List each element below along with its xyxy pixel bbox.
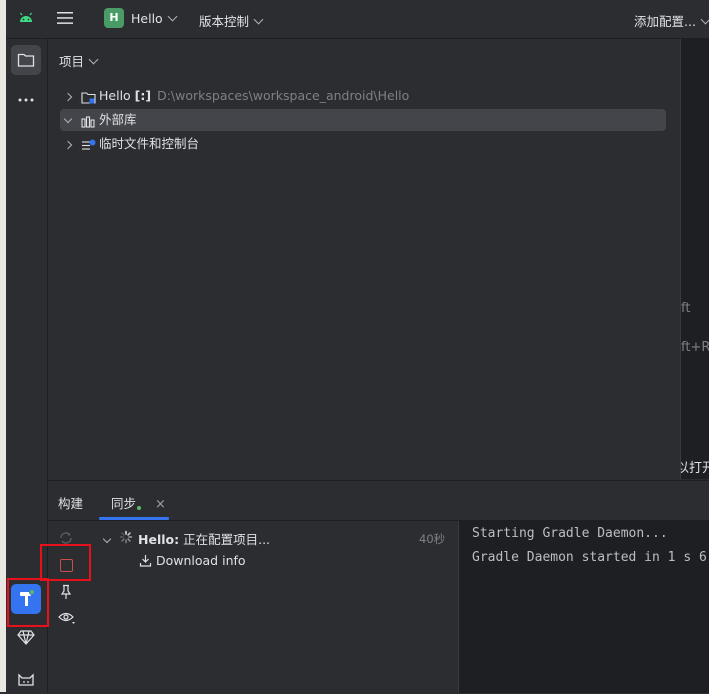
tree-path-hello: D:\workspaces\workspace_android\Hello [157,88,410,103]
task-child-label: Download info [155,553,246,568]
tab-sync[interactable]: 同步 × [111,493,166,512]
tree-suffix-hello: [:] [134,88,152,103]
collapse-arrow-icon[interactable] [63,107,73,129]
project-panel: 项目 Hello [:] D:\workspaces\workspace_and… [48,39,679,479]
project-badge: H [104,8,124,28]
library-icon [81,113,96,135]
editor-empty-area: ft ft+R 以打开 [680,39,709,479]
tree-label-scratches: 临时文件和控制台 [99,136,200,151]
tree-item-external-libraries[interactable]: 外部库 [60,109,666,131]
project-tool-button[interactable] [11,45,41,75]
module-folder-icon [81,89,96,111]
highlight-box-stop [40,544,91,581]
scratches-icon [81,137,96,159]
task-name: Hello: [138,532,180,547]
tab-build[interactable]: 构建 [58,493,83,512]
hint-fragment-1: ft [681,301,691,316]
folder-icon [17,53,35,67]
loading-spinner-icon [119,530,133,547]
title-bar: H Hello 版本控制 添加配置... [6,0,709,39]
run-config-label: 添加配置... [634,14,696,29]
project-name: Hello [131,11,163,26]
chevron-down-icon [700,14,709,25]
build-panel: 构建 同步 × Hello: 正在配置项目... 40秒 Download in… [48,480,709,693]
tab-close-icon[interactable]: × [155,497,166,512]
collapse-arrow-icon[interactable] [102,530,112,545]
task-row-hello[interactable]: Hello: 正在配置项目... [138,529,270,548]
console-line: Gradle Daemon started in 1 s 6 [472,550,707,565]
download-icon [139,554,152,570]
main-menu-icon[interactable] [56,10,74,26]
more-icon [18,98,34,102]
gem-icon [17,630,35,645]
cat-icon [18,673,34,686]
tab-sync-label: 同步 [111,496,137,511]
chevron-down-icon [88,54,99,65]
tree-item-scratches[interactable]: 临时文件和控制台 [60,133,666,155]
expand-arrow-icon[interactable] [63,133,73,155]
chevron-down-icon [253,14,264,25]
vcs-menu[interactable]: 版本控制 [199,11,264,30]
task-duration: 40秒 [419,532,446,546]
active-tab-indicator [99,517,169,520]
project-panel-title: 项目 [59,54,85,69]
view-options-icon[interactable] [58,611,76,628]
logcat-tool-button[interactable] [11,664,41,694]
chevron-down-icon [167,11,178,22]
vcs-label: 版本控制 [199,14,250,29]
tree-item-hello[interactable]: Hello [:] D:\workspaces\workspace_androi… [60,85,666,107]
project-switcher[interactable]: Hello [131,11,178,26]
task-child-download-info[interactable]: Download info [139,553,246,570]
more-tools-button[interactable] [11,85,41,115]
tree-label-hello: Hello [99,88,131,103]
sync-status-dot [137,506,142,510]
run-config-selector[interactable]: 添加配置... [634,11,709,30]
build-tab-bar: 构建 同步 × [48,481,709,521]
task-status: 正在配置项目... [183,532,271,547]
console-line: Starting Gradle Daemon... [472,526,668,541]
build-console-output[interactable]: Starting Gradle Daemon... Gradle Daemon … [458,521,709,693]
highlight-box-build [7,578,49,627]
hint-fragment-3: 以打开 [681,461,709,476]
pin-icon[interactable] [59,584,73,603]
project-view-selector[interactable]: 项目 [59,51,99,70]
android-icon [18,11,34,28]
hint-fragment-2: ft+R [681,340,709,355]
expand-arrow-icon[interactable] [63,85,73,107]
tree-label-external-libraries: 外部库 [99,112,137,127]
